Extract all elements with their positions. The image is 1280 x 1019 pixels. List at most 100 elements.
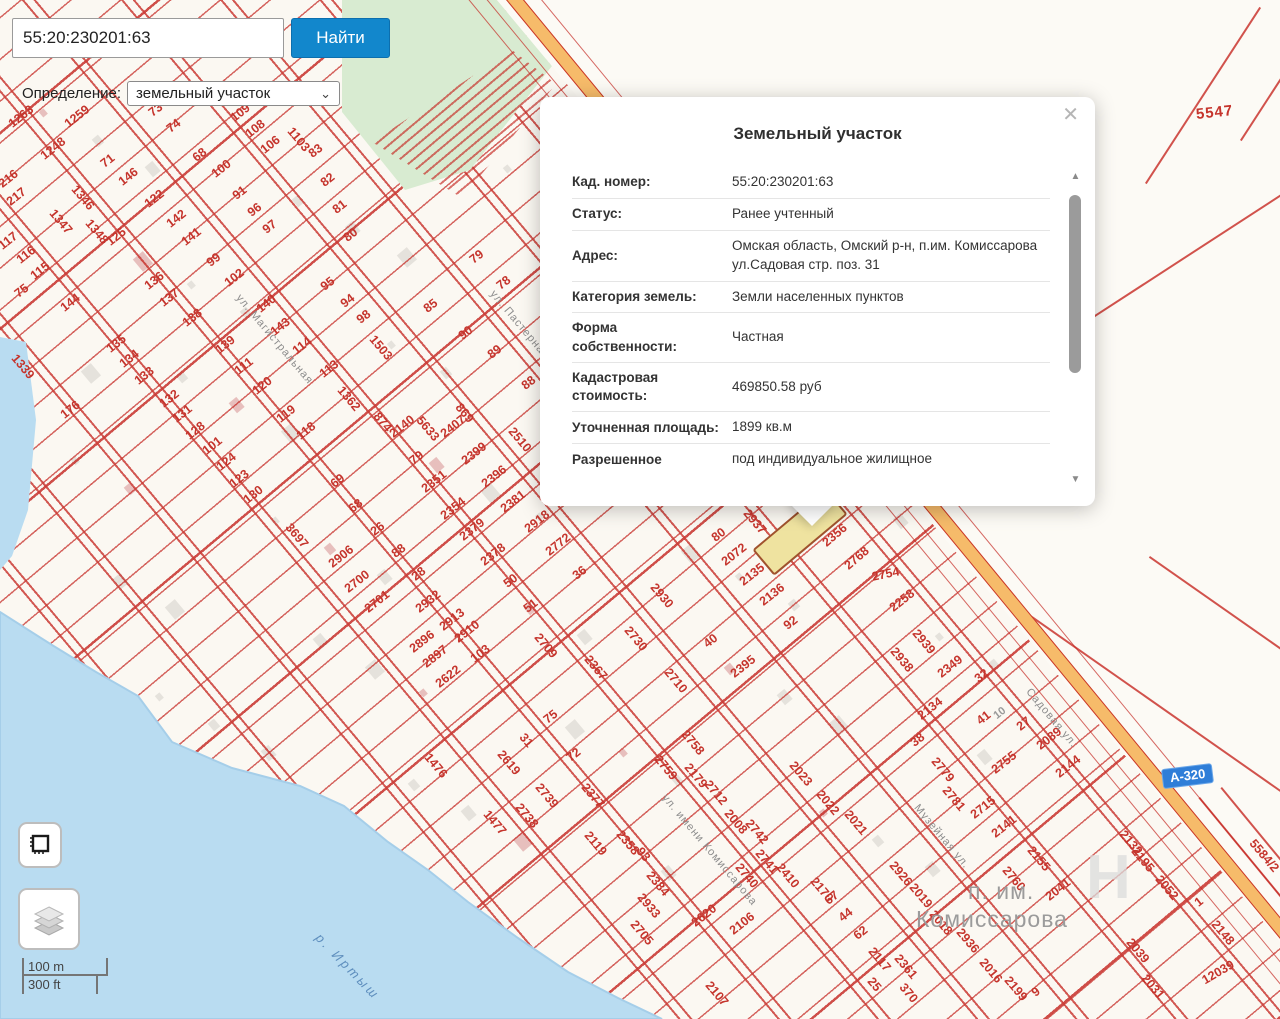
attribute-label: Форма собственности: xyxy=(572,319,722,355)
attribute-label: Адрес: xyxy=(572,247,722,265)
parcel-number-label: 141 xyxy=(179,225,204,249)
popup-row: Статус:Ранее учтенный xyxy=(572,198,1050,230)
parcel-number-label: 2351 xyxy=(419,467,450,495)
parcel-number-label: 2705 xyxy=(628,918,657,948)
popup-row: Кадастровая стоимость:469850.58 руб xyxy=(572,362,1050,411)
parcel-number-label: 102 xyxy=(222,266,247,290)
parcel-number-label: 136 xyxy=(142,269,167,293)
parcel-number-label: 2107 xyxy=(703,979,732,1009)
parcel-number-label: 138 xyxy=(180,306,205,330)
parcel-number-label: 69 xyxy=(328,471,348,491)
parcel-number-label: 3697 xyxy=(283,521,312,551)
parcel-number-label: 2140 xyxy=(387,412,418,440)
attribute-label: Разрешенное xyxy=(572,451,722,469)
parcel-number-label: 88 xyxy=(519,373,539,393)
parcel-number-label: 2620 xyxy=(689,901,720,929)
attribute-label: Уточненная площадь: xyxy=(572,419,722,437)
parcel-number-label: 31 xyxy=(517,731,537,751)
parcel-number-label: 142 xyxy=(164,207,189,231)
parcel-number-label: 2938 xyxy=(888,645,917,675)
definition-select[interactable]: земельный участок ⌄ xyxy=(127,81,340,106)
parcel-number-label: 36 xyxy=(570,563,590,583)
parcel-number-label: 2937 xyxy=(741,507,770,537)
parcel-number-label: 97 xyxy=(260,217,280,237)
search-bar: Найти xyxy=(12,18,390,58)
parcel-number-label: 88 xyxy=(389,541,409,561)
house-number-label: 10 xyxy=(991,705,1008,722)
parcel-number-label: 2701 xyxy=(362,587,393,615)
scroll-up-icon[interactable]: ▲ xyxy=(1068,171,1083,182)
parcel-number-label: 80 xyxy=(341,225,361,245)
parcel-number-label: 38 xyxy=(908,730,928,750)
parcel-number-label: 79 xyxy=(407,448,427,468)
parcel-number-label: 2930 xyxy=(648,581,677,611)
parcel-number-label: 2399 xyxy=(459,439,490,467)
parcel-number-label: 71 xyxy=(98,151,118,171)
parcel-number-label: 2396 xyxy=(479,462,510,490)
parcel-number-label: 137 xyxy=(157,286,182,310)
parcel-number-label: 134 xyxy=(117,347,142,371)
parcel-number-label: 2781 xyxy=(940,784,969,814)
search-input[interactable] xyxy=(12,18,284,58)
parcel-number-label: 2021 xyxy=(842,808,871,838)
parcel-number-label: 2119 xyxy=(582,829,610,859)
parcel-number-label: 2906 xyxy=(326,542,357,570)
parcel-number-label: 91 xyxy=(230,183,250,203)
definition-label: Определение: xyxy=(22,85,121,102)
parcel-number-label: 32 xyxy=(972,666,992,686)
parcel-number-label: 2354 xyxy=(438,494,469,522)
parcel-number-label: 2742 xyxy=(743,817,772,847)
parcel-number-label: 1477 xyxy=(481,808,510,838)
parcel-number-label: 101 xyxy=(200,434,225,458)
parcel-number-label: 2710 xyxy=(662,666,691,696)
street-name-label: Музейная ул. xyxy=(911,802,972,871)
parcel-number-label: 62 xyxy=(851,923,871,943)
parcel-number-label: 2148 xyxy=(1209,918,1238,948)
parcel-number-label: 2356 xyxy=(820,521,850,550)
popup-row: Форма собственности:Частная xyxy=(572,312,1050,361)
parcel-number-label: 2768 xyxy=(842,544,872,573)
parcel-number-label: 2155 xyxy=(1025,844,1054,874)
chevron-down-icon: ⌄ xyxy=(320,86,331,102)
parcel-number-label: 133 xyxy=(132,364,157,388)
measure-icon xyxy=(27,832,53,858)
big-parcel-label: 5547 xyxy=(1195,102,1234,123)
parcel-number-label: 99 xyxy=(204,250,224,270)
map-viewport[interactable]: Н 12631259124821621711711611575144134613… xyxy=(0,0,1280,1019)
parcel-number-label: 128 xyxy=(183,419,208,443)
close-icon[interactable]: ✕ xyxy=(1062,105,1079,125)
scrollbar-thumb[interactable] xyxy=(1069,195,1081,373)
scale-metric: 100 m xyxy=(22,958,108,976)
parcel-number-label: 122 xyxy=(142,187,167,211)
parcel-number-label: 2134 xyxy=(915,694,946,722)
parcel-number-label: 2759 xyxy=(652,753,681,783)
parcel-number-label: 2361 xyxy=(892,952,921,982)
popup-title: Земельный участок xyxy=(540,97,1095,158)
settlement-label: Комиссарова xyxy=(916,906,1068,933)
parcel-number-label: 5584/2 xyxy=(1247,837,1280,875)
parcel-number-label: 1 xyxy=(1192,894,1206,909)
parcel-number-label: 2072 xyxy=(719,540,750,568)
parcel-number-label: 2395 xyxy=(728,652,759,680)
parcel-number-label: 95 xyxy=(318,274,338,294)
parcel-number-label: 116 xyxy=(14,243,39,266)
parcel-number-label: 146 xyxy=(116,165,141,189)
parcel-number-label: 125 xyxy=(104,225,129,249)
search-button[interactable]: Найти xyxy=(291,18,390,58)
scroll-down-icon[interactable]: ▼ xyxy=(1068,474,1083,485)
parcel-number-label: 2715 xyxy=(968,793,999,821)
parcel-number-label: 113 xyxy=(317,357,342,380)
layers-button[interactable] xyxy=(18,888,80,950)
parcel-number-label: 98 xyxy=(354,307,374,327)
parcel-number-label: 68 xyxy=(190,145,210,165)
attribute-label: Кадастровая стоимость: xyxy=(572,369,722,405)
parcel-number-label: 1259 xyxy=(62,102,93,130)
parcel-number-label: 2754 xyxy=(871,564,901,583)
parcel-number-label: 2779 xyxy=(929,755,958,785)
parcel-number-label: 106 xyxy=(258,133,283,157)
parcel-number-label: 26 xyxy=(368,519,388,539)
measure-tool-button[interactable] xyxy=(18,822,62,868)
popup-scrollbar[interactable]: ▲ ▼ xyxy=(1068,171,1083,485)
parcel-number-label: 27 xyxy=(1014,714,1034,734)
parcel-number-label: 50 xyxy=(501,571,521,591)
